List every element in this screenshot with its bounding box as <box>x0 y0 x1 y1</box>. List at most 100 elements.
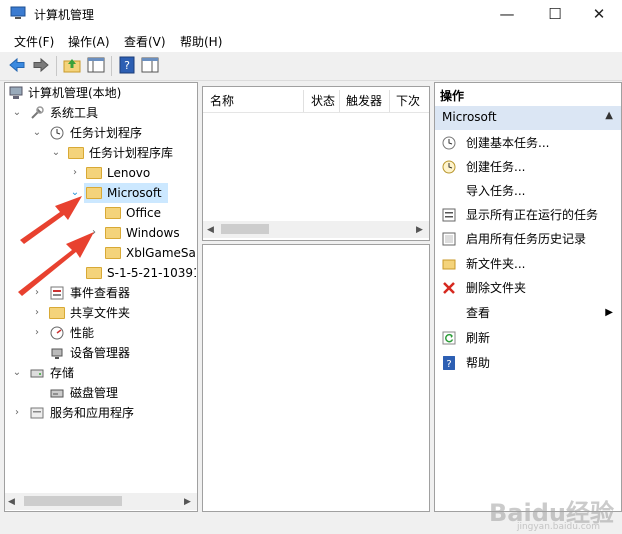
action-import-task[interactable]: 导入任务... <box>437 179 621 203</box>
column-trigger-header[interactable]: 触发器 <box>340 90 390 112</box>
minimize-button[interactable]: — <box>484 0 530 28</box>
action-view[interactable]: 查看 ▶ <box>437 301 621 325</box>
action-new-folder[interactable]: 新文件夹... <box>437 252 621 276</box>
computer-management-icon <box>10 6 26 19</box>
action-show-running-tasks[interactable]: 显示所有正在运行的任务 <box>437 203 621 227</box>
new-folder-icon <box>442 259 456 270</box>
tree-item-event-viewer[interactable]: › 事件查看器 <box>6 283 196 303</box>
tree-item-microsoft[interactable]: ⌄ Microsoft <box>6 183 196 203</box>
back-arrow-icon[interactable] <box>8 56 26 74</box>
folder-icon <box>86 267 102 279</box>
action-help[interactable]: ? 帮助 <box>437 351 621 375</box>
tree-label: 计算机管理(本地) <box>28 86 122 100</box>
task-detail-pane <box>202 244 430 512</box>
tree-item-task-scheduler[interactable]: ⌄ 任务计划程序 <box>6 123 196 143</box>
performance-icon <box>50 326 64 340</box>
action-label: 创建任务... <box>466 160 526 174</box>
help-book-icon[interactable]: ? <box>118 56 136 74</box>
column-label: 状态 <box>311 94 336 108</box>
submenu-arrow-icon: ▶ <box>605 307 613 318</box>
folder-open-icon <box>86 187 102 199</box>
header-divider <box>203 112 429 113</box>
actions-section-header[interactable]: Microsoft ▲ <box>435 106 621 130</box>
event-viewer-icon <box>50 286 64 300</box>
menu-file[interactable]: 文件(F) <box>14 33 54 50</box>
chevron-down-icon[interactable]: ⌄ <box>51 148 61 158</box>
tree-label: 设备管理器 <box>70 346 131 360</box>
menu-view[interactable]: 查看(V) <box>124 33 166 50</box>
tree-label: 任务计划程序 <box>70 126 143 140</box>
computer-management-icon <box>9 86 23 99</box>
action-enable-history[interactable]: 启用所有任务历史记录 <box>437 227 621 251</box>
running-tasks-icon <box>442 208 456 222</box>
action-delete-folder[interactable]: 删除文件夹 <box>437 276 621 300</box>
column-label: 下次 <box>396 94 421 108</box>
chevron-right-icon[interactable]: › <box>32 328 42 338</box>
up-folder-icon[interactable] <box>63 56 81 74</box>
tree-item-root[interactable]: 计算机管理(本地) <box>6 83 196 103</box>
action-label: 显示所有正在运行的任务 <box>466 208 599 222</box>
tree-item-disk-management[interactable]: 磁盘管理 <box>6 383 196 403</box>
chevron-right-icon[interactable]: › <box>70 168 80 178</box>
task-list-scroll-thumb[interactable] <box>221 224 269 234</box>
column-status-header[interactable]: 状态 <box>304 90 340 112</box>
chevron-down-icon[interactable]: ⌄ <box>12 108 22 118</box>
action-refresh[interactable]: 刷新 <box>437 326 621 350</box>
disk-icon <box>50 389 64 398</box>
action-create-task[interactable]: 创建任务... <box>437 155 621 179</box>
chevron-down-icon[interactable]: ⌄ <box>70 188 80 198</box>
chevron-right-icon[interactable]: › <box>32 308 42 318</box>
tree-item-device-manager[interactable]: 设备管理器 <box>6 343 196 363</box>
tree-item-shared-folders[interactable]: › 共享文件夹 <box>6 303 196 323</box>
tree-item-task-library[interactable]: ⌄ 任务计划程序库 <box>6 143 196 163</box>
tree-item-office[interactable]: Office <box>6 203 196 223</box>
services-icon <box>30 407 44 419</box>
tree-label: 服务和应用程序 <box>50 406 135 420</box>
chevron-right-icon[interactable]: › <box>32 288 42 298</box>
window-title: 计算机管理 <box>34 8 95 22</box>
action-label: 导入任务... <box>466 184 526 198</box>
show-hide-action-pane-icon[interactable] <box>141 56 159 74</box>
tree-item-windows[interactable]: › Windows <box>6 223 196 243</box>
maximize-button[interactable]: ☐ <box>532 0 578 28</box>
chevron-right-icon[interactable]: › <box>89 228 99 238</box>
chevron-right-icon[interactable]: › <box>12 408 22 418</box>
show-hide-tree-icon[interactable] <box>87 56 105 74</box>
tree-item-performance[interactable]: › 性能 <box>6 323 196 343</box>
tree-item-storage[interactable]: ⌄ 存储 <box>6 363 196 383</box>
tree-item-sid[interactable]: S-1-5-21-10391 <box>6 263 196 283</box>
menu-action[interactable]: 操作(A) <box>68 33 110 50</box>
chevron-down-icon[interactable]: ⌄ <box>32 128 42 138</box>
forward-arrow-icon[interactable] <box>32 56 50 74</box>
menu-help[interactable]: 帮助(H) <box>180 33 222 50</box>
scroll-left-arrow-icon[interactable]: ◀ <box>8 497 15 507</box>
tree-item-lenovo[interactable]: › Lenovo <box>6 163 196 183</box>
tree-label: Windows <box>126 226 180 240</box>
tree-label: 性能 <box>70 326 95 340</box>
folder-clock-icon <box>68 147 84 159</box>
tree-item-xblgamesave[interactable]: XblGameSa <box>6 243 196 263</box>
tree-item-services-apps[interactable]: › 服务和应用程序 <box>6 403 196 423</box>
scroll-left-arrow-icon[interactable]: ◀ <box>207 225 214 235</box>
create-basic-task-icon <box>442 136 456 150</box>
folder-icon <box>105 227 121 239</box>
scroll-right-arrow-icon[interactable]: ▶ <box>184 497 191 507</box>
folder-icon <box>105 207 121 219</box>
tree-scroll-thumb[interactable] <box>24 496 122 506</box>
close-button[interactable]: ✕ <box>576 0 622 28</box>
column-name-header[interactable]: 名称 <box>203 90 304 112</box>
scroll-right-arrow-icon[interactable]: ▶ <box>416 225 423 235</box>
shared-folder-icon <box>49 307 65 319</box>
action-create-basic-task[interactable]: 创建基本任务... <box>437 131 621 155</box>
collapse-triangle-icon[interactable]: ▲ <box>605 110 613 121</box>
folder-icon <box>86 167 102 179</box>
tree-label: Lenovo <box>107 166 151 180</box>
tree-item-system-tools[interactable]: ⌄ 系统工具 <box>6 103 196 123</box>
action-label: 删除文件夹 <box>466 281 527 295</box>
chevron-down-icon[interactable]: ⌄ <box>12 368 22 378</box>
tree-label: 共享文件夹 <box>70 306 131 320</box>
action-label: 启用所有任务历史记录 <box>466 232 587 246</box>
actions-section-label: Microsoft <box>442 110 497 124</box>
column-next-run-header[interactable]: 下次 <box>390 90 428 112</box>
action-label: 刷新 <box>466 331 491 345</box>
